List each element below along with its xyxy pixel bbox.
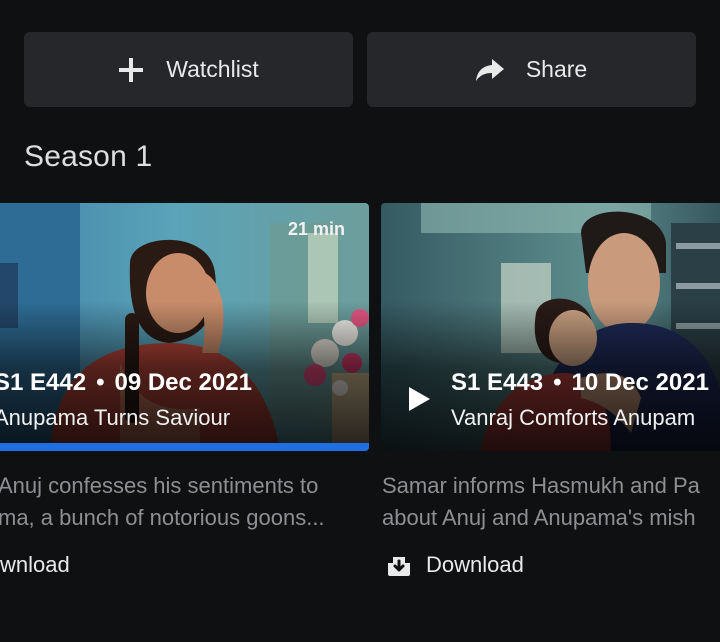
description-line: ma, a bunch of notorious goons... xyxy=(0,505,325,530)
episode-title: Anupama Turns Saviour xyxy=(0,405,231,430)
description-line: Samar informs Hasmukh and Pa xyxy=(382,473,700,498)
season-title: Season 1 xyxy=(24,140,153,173)
description-line: Anuj confesses his sentiments to xyxy=(0,473,319,498)
watchlist-label: Watchlist xyxy=(166,56,259,82)
share-label: Share xyxy=(525,56,588,82)
episode-title: Vanraj Comforts Anupam xyxy=(451,405,696,430)
episode-code-date: S1 E443 • 10 Dec 2021 xyxy=(451,369,709,397)
download-label: wnload xyxy=(0,552,70,577)
download-icon xyxy=(386,553,412,577)
episode-code: S1 E442 xyxy=(0,369,87,396)
episode-code: S1 E443 xyxy=(451,369,544,396)
description-line: about Anuj and Anupama's mish xyxy=(382,505,696,530)
download-button[interactable]: wnload xyxy=(0,552,70,578)
watch-progress-bar xyxy=(0,443,369,451)
episode-card[interactable]: S1 E443 • 10 Dec 2021 Vanraj Comforts Anup… xyxy=(381,203,720,451)
watchlist-button[interactable]: Watchlist xyxy=(24,32,353,107)
separator-dot: • xyxy=(553,369,562,396)
download-button[interactable]: Download xyxy=(386,552,524,578)
download-label: Download xyxy=(426,552,524,577)
episode-description: Anuj confesses his sentiments to ma, a b… xyxy=(0,470,368,534)
episode-code-date: S1 E442 • 09 Dec 2021 xyxy=(0,369,252,397)
episode-description: Samar informs Hasmukh and Pa about Anuj … xyxy=(382,470,720,534)
episode-date: 09 Dec 2021 xyxy=(114,369,252,396)
duration-label: 21 min xyxy=(287,219,345,239)
plus-icon xyxy=(118,57,144,83)
play-icon[interactable] xyxy=(407,386,431,412)
share-button[interactable]: Share xyxy=(367,32,696,107)
episode-card[interactable]: 21 min S1 E442 • 09 Dec 2021 Anupama Turns… xyxy=(0,203,369,451)
separator-dot: • xyxy=(96,369,105,396)
watch-progress-fill xyxy=(0,443,369,451)
episode-date: 10 Dec 2021 xyxy=(571,369,709,396)
share-arrow-icon xyxy=(475,58,504,81)
